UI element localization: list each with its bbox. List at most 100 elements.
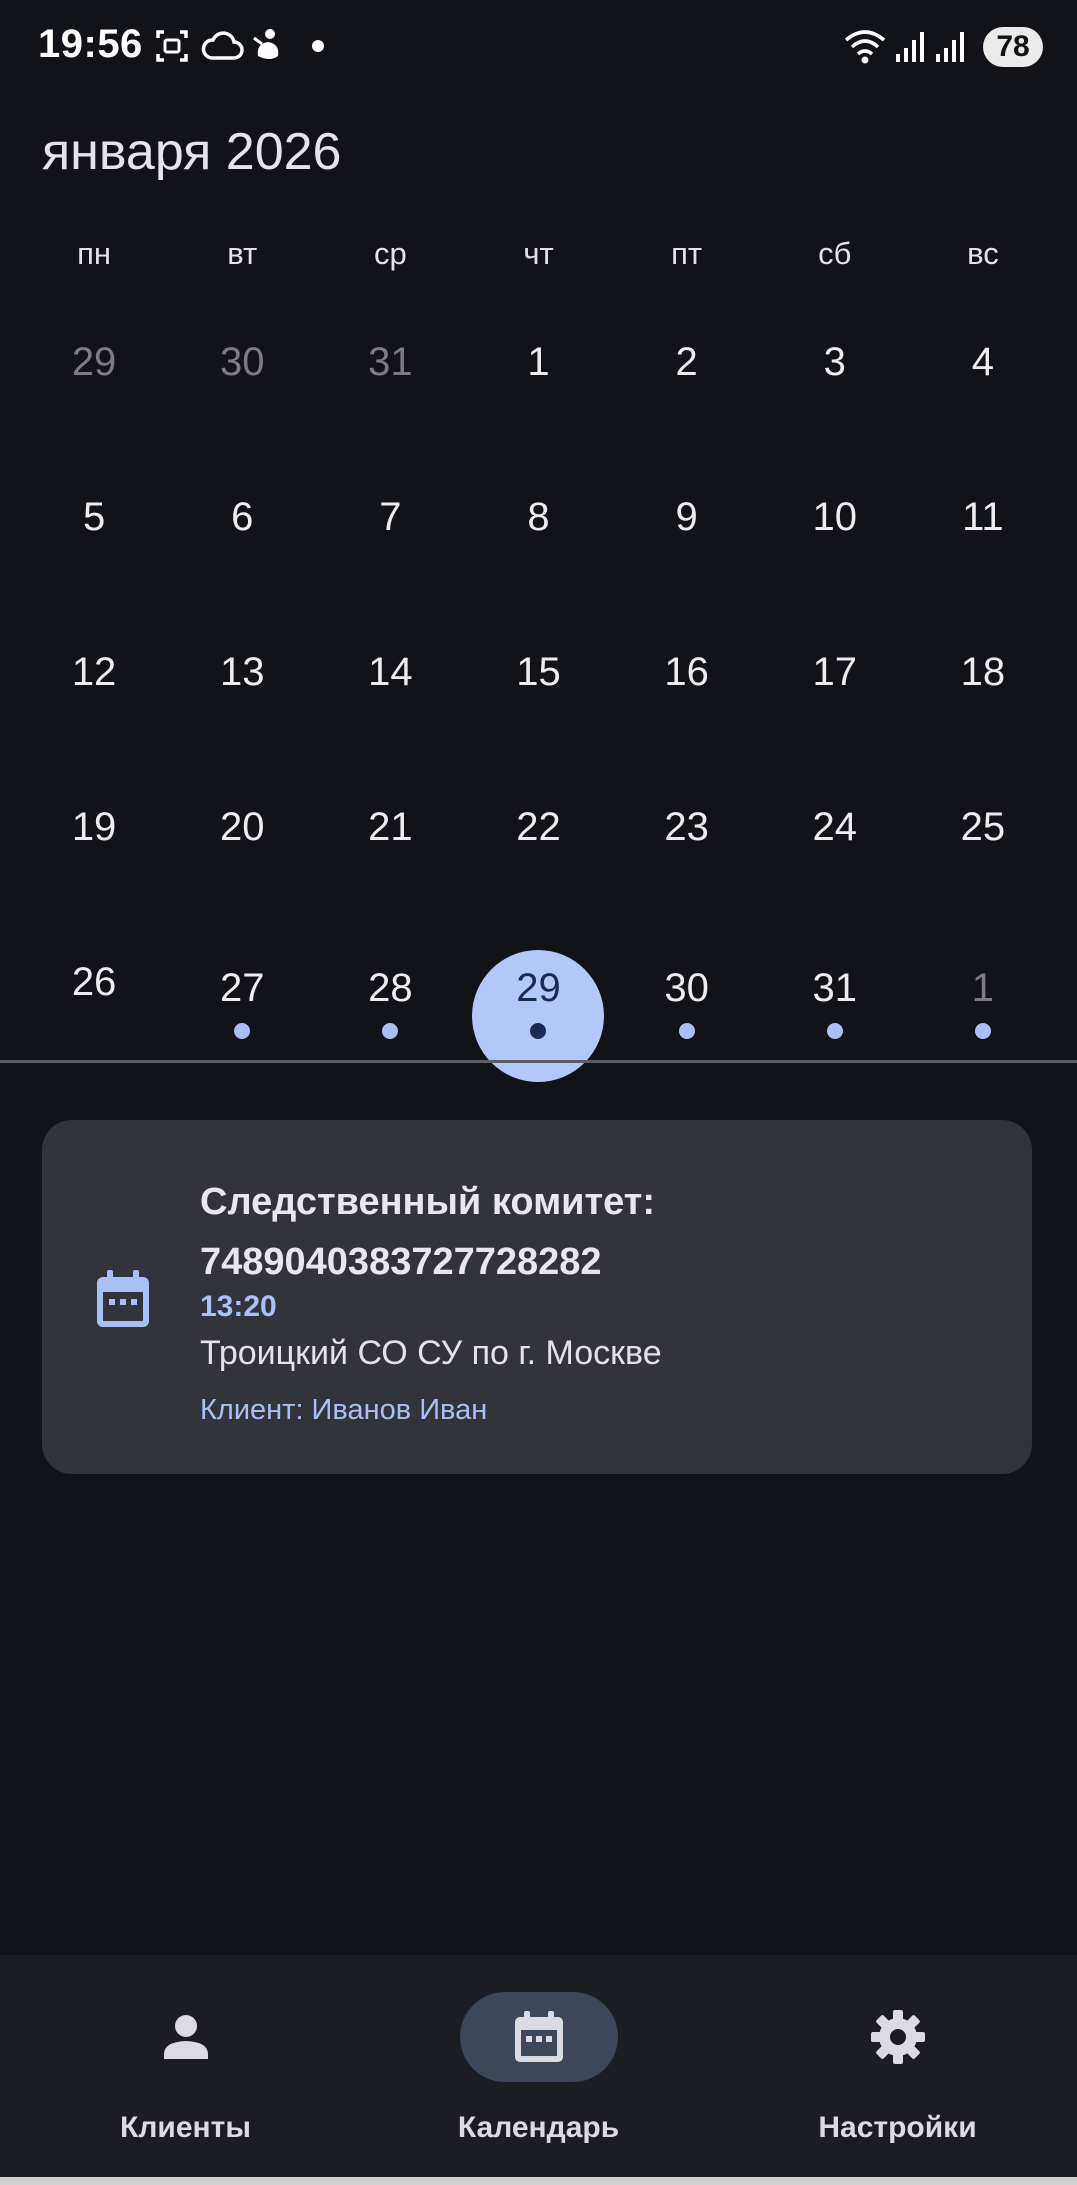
day-cell[interactable]: 21 [316,765,464,920]
divider [0,1060,1077,1063]
day-cell[interactable]: 24 [761,765,909,920]
day-cell[interactable]: 19 [20,765,168,920]
day-number: 10 [812,495,858,539]
weekday-label: пн [77,236,112,271]
day-cell[interactable]: 13 [168,610,316,765]
day-number: 8 [527,495,550,539]
day-cell[interactable]: 15 [464,610,612,765]
day-cell[interactable]: 8 [464,455,612,610]
weekday-label: вс [967,236,999,271]
day-cell[interactable]: 18 [909,610,1057,765]
nav-label: Клиенты [120,2111,251,2144]
nav-item-clients[interactable]: Клиенты [6,1955,365,2185]
home-indicator [0,2177,1077,2185]
weekday-label: пт [671,236,703,271]
day-cell[interactable]: 31 [761,920,909,1075]
nav-item-settings[interactable]: Настройки [718,1955,1077,2185]
day-cell[interactable]: 29 [20,300,168,455]
day-cell[interactable]: 17 [761,610,909,765]
day-cell[interactable]: 12 [20,610,168,765]
event-dot [678,1023,695,1039]
event-dot [826,1023,843,1039]
calendar-icon [97,1270,149,1327]
event-dot [382,1023,399,1039]
day-cell[interactable]: 1 [464,300,612,455]
wifi-icon [844,30,886,64]
figure-icon [253,29,279,59]
day-cell[interactable]: 7 [316,455,464,610]
day-cell[interactable]: 1 [909,920,1057,1075]
day-cell[interactable]: 5 [20,455,168,610]
day-number: 1 [971,966,995,1010]
screen: 19:56 78 января 2026 пн вт ср чт пт сб в… [0,0,1077,2185]
day-number: 31 [368,340,413,384]
day-number: 7 [379,495,402,539]
day-cell[interactable]: 22 [464,765,612,920]
day-cell[interactable]: 28 [316,920,464,1075]
day-cell[interactable]: 11 [909,455,1057,610]
calendar-icon [514,2011,563,2062]
day-cell-selected[interactable]: 29 [464,920,612,1082]
day-cell[interactable]: 30 [613,920,761,1075]
day-number: 24 [812,805,858,849]
day-number: 15 [516,650,561,694]
battery-indicator: 78 [983,27,1043,67]
bottom-navigation: Клиенты Календарь Настройки [0,1955,1077,2185]
calendar-grid: 29 30 31 1 2 3 4 5 6 7 8 9 10 11 12 13 14 15 16 17 18 19 20 21 2… [20,300,1057,1082]
gear-icon [870,2010,925,2064]
nav-label: Настройки [818,2111,977,2144]
day-cell[interactable]: 20 [168,765,316,920]
day-number: 14 [368,650,413,694]
day-cell[interactable]: 4 [909,300,1057,455]
day-cell[interactable]: 2 [613,300,761,455]
day-cell[interactable]: 25 [909,765,1057,920]
day-cell[interactable]: 30 [168,300,316,455]
status-bar: 19:56 78 [0,0,1077,96]
day-number: 28 [368,966,413,1010]
dot-icon [312,40,324,52]
day-number: 20 [219,805,265,849]
status-time: 19:56 [38,22,143,66]
day-number: 12 [71,650,117,694]
day-cell[interactable]: 3 [761,300,909,455]
day-cell[interactable]: 10 [761,455,909,610]
signal-icon [896,32,924,62]
weekday-label: сб [818,236,852,271]
day-number: 22 [516,805,561,849]
day-cell[interactable]: 6 [168,455,316,610]
nav-label: Календарь [457,2111,620,2144]
person-icon [163,2015,208,2059]
weekday-header: пн вт ср чт пт сб вс [20,236,1057,286]
day-number: 13 [219,650,265,694]
day-cell[interactable]: 9 [613,455,761,610]
signal-icon [936,32,964,62]
day-cell[interactable]: 14 [316,610,464,765]
cloud-icon [201,31,244,60]
day-number: 3 [823,340,846,384]
day-number: 17 [812,650,858,694]
event-place: Троицкий СО СУ по г. Москве [200,1334,662,1372]
day-cell[interactable]: 31 [316,300,464,455]
day-cell[interactable]: 23 [613,765,761,920]
day-cell[interactable]: 27 [168,920,316,1075]
event-card[interactable]: Следственный комитет: 748904038372772828… [42,1120,1032,1474]
day-cell[interactable]: 16 [613,610,761,765]
event-time: 13:20 [200,1290,277,1323]
day-cell[interactable]: 26 [20,920,168,1075]
weekday-label: чт [523,236,554,271]
day-number: 11 [962,495,1004,539]
day-number: 1 [527,340,550,384]
day-number: 21 [368,805,413,849]
day-number: 18 [960,650,1006,694]
weekday-label: ср [373,236,407,271]
day-number: 4 [971,340,995,384]
day-number: 5 [82,495,106,539]
nav-item-calendar[interactable]: Календарь [359,1955,718,2185]
day-number: 31 [812,966,858,1010]
day-number: 26 [71,960,117,1004]
day-number: 29 [71,340,117,384]
day-number: 23 [664,805,709,849]
day-number: 25 [960,805,1006,849]
day-number: 30 [219,340,265,384]
day-number: 9 [675,495,698,539]
